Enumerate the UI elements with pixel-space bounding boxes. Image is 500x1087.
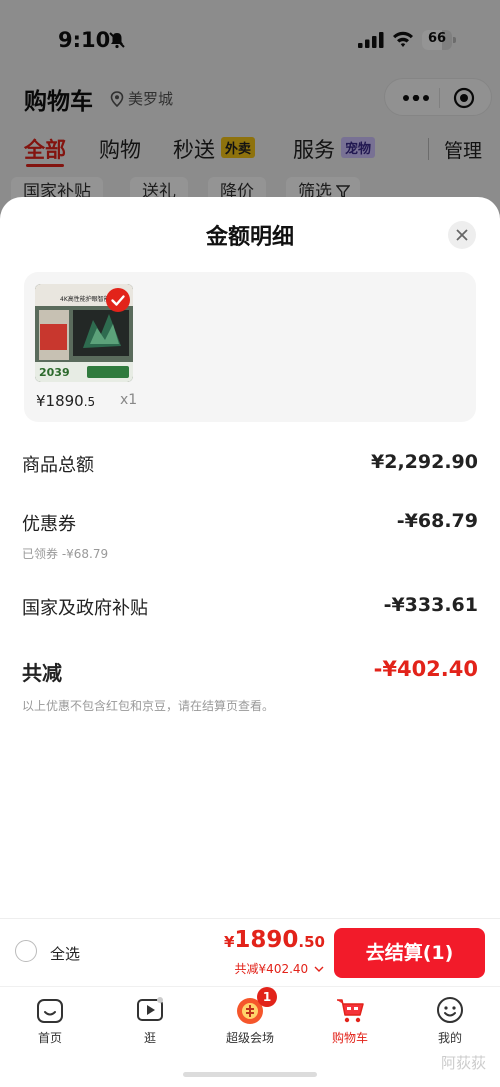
tabbar-super-venue-label: 超级会场	[225, 1031, 274, 1045]
select-all-radio[interactable]	[15, 940, 37, 962]
total-discount-label: 共减	[22, 661, 62, 685]
tabbar-profile-label: 我的	[437, 1031, 462, 1045]
tabbar-cart[interactable]: 购物车	[310, 995, 390, 1046]
subsidy-value: -¥333.61	[383, 594, 478, 616]
discount-summary-text: 共减¥402.40	[234, 962, 309, 976]
selected-check-badge[interactable]	[106, 288, 130, 312]
product-quantity: x1	[120, 392, 138, 408]
subsidy-label: 国家及政府补贴	[22, 598, 148, 619]
screen: 9:10 66 购物车 美罗城 全部 购物 秒送 外卖 服务 宠物 管理 国家补…	[0, 0, 500, 1087]
close-button[interactable]	[448, 221, 476, 249]
subtotal-value: ¥2,292.90	[371, 451, 478, 473]
check-icon	[111, 295, 125, 306]
product-price-dec: .5	[83, 395, 96, 409]
tabbar-home-label: 首页	[37, 1031, 62, 1045]
subtotal-label: 商品总额	[22, 455, 94, 476]
super-venue-icon: 1	[235, 987, 277, 1025]
home-indicator	[183, 1072, 317, 1077]
product-price-int: ¥1890	[36, 392, 84, 410]
sheet-title: 金额明细	[205, 225, 294, 250]
total-price-dec: .50	[298, 933, 325, 951]
discount-summary[interactable]: 共减¥402.40	[235, 960, 324, 977]
checkout-bar: 全选 ¥1890.50 共减¥402.40 去结算(1)	[0, 918, 500, 986]
tabbar-cart-label: 购物车	[331, 1031, 368, 1045]
total-currency: ¥	[223, 933, 235, 951]
total-price-int: 1890	[234, 927, 299, 953]
profile-face-icon	[435, 995, 465, 1025]
select-all-label[interactable]: 全选	[50, 943, 80, 964]
tabbar-super-venue[interactable]: 1 超级会场	[210, 987, 290, 1046]
tabbar-browse-label: 逛	[143, 1031, 156, 1045]
checkout-button[interactable]: 去结算(1)	[334, 928, 485, 978]
tabbar-home[interactable]: 首页	[10, 995, 90, 1046]
thumb-headline: 4K高性能护眼智能	[60, 295, 110, 303]
super-venue-badge: 1	[257, 987, 277, 1007]
coupon-value: -¥68.79	[396, 510, 478, 532]
chevron-down-icon	[314, 966, 324, 972]
coupon-sub: 已领券 -¥68.79	[22, 547, 109, 561]
home-icon	[35, 995, 65, 1025]
product-price: ¥1890.5	[36, 392, 95, 410]
thumb-price-badge: 2039	[39, 366, 70, 379]
discount-note: 以上优惠不包含红包和京豆，请在结算页查看。	[22, 699, 275, 713]
tabbar-profile[interactable]: 我的	[410, 995, 490, 1046]
tabbar-browse[interactable]: 逛	[110, 995, 190, 1046]
total-discount-value: -¥402.40	[373, 657, 478, 681]
dim-overlay[interactable]	[0, 0, 500, 220]
watermark: 阿荻荻	[440, 1054, 486, 1072]
cart-icon	[335, 995, 365, 1025]
product-card: 4K高性能护眼智能 2039 ¥1890.5 x1	[24, 272, 476, 422]
coupon-label: 优惠券	[22, 514, 76, 535]
video-play-icon	[135, 995, 165, 1025]
close-icon	[456, 229, 468, 241]
total-price: ¥1890.50	[224, 927, 325, 953]
